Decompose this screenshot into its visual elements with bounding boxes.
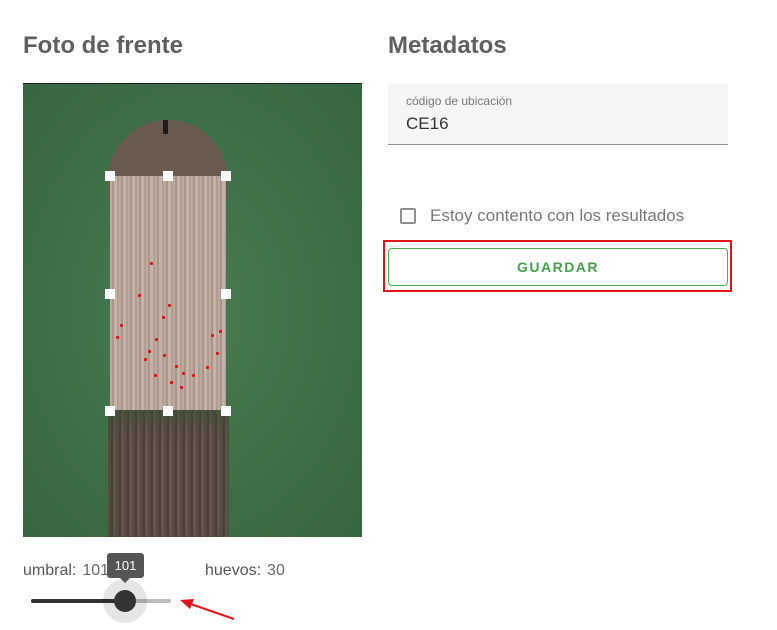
detected-egg-marker bbox=[182, 372, 185, 375]
huevos-value: 30 bbox=[267, 562, 285, 579]
crop-region[interactable] bbox=[110, 176, 226, 410]
detected-egg-marker bbox=[148, 350, 151, 353]
umbral-stat: umbral: 101 bbox=[23, 562, 109, 580]
crop-handle-bottom[interactable] bbox=[163, 406, 173, 416]
crop-handle-bottom-right[interactable] bbox=[221, 406, 231, 416]
detected-egg-marker bbox=[155, 338, 158, 341]
threshold-slider-tooltip: 101 bbox=[107, 553, 144, 583]
crop-handle-top-right[interactable] bbox=[221, 171, 231, 181]
umbral-label: umbral: bbox=[23, 562, 77, 579]
huevos-stat: huevos: 30 bbox=[205, 562, 285, 580]
confirm-results-row[interactable]: Estoy contento con los resultados bbox=[400, 206, 684, 226]
save-button[interactable]: GUARDAR bbox=[388, 248, 728, 286]
detected-egg-marker bbox=[116, 336, 119, 339]
detected-egg-marker bbox=[170, 381, 173, 384]
detected-egg-marker bbox=[192, 374, 195, 377]
red-arrow-icon bbox=[180, 599, 235, 620]
confirm-results-label[interactable]: Estoy contento con los resultados bbox=[430, 206, 684, 226]
detected-egg-marker bbox=[180, 386, 183, 389]
crop-handle-right[interactable] bbox=[221, 289, 231, 299]
location-code-input[interactable] bbox=[406, 114, 706, 134]
metadata-title: Metadatos bbox=[388, 32, 507, 59]
ovitrap-paddle-bottom bbox=[108, 409, 229, 537]
location-code-field[interactable]: código de ubicación bbox=[388, 84, 728, 145]
detected-egg-marker bbox=[206, 366, 209, 369]
crop-handle-top[interactable] bbox=[163, 171, 173, 181]
location-code-label: código de ubicación bbox=[406, 94, 513, 108]
crop-handle-bottom-left[interactable] bbox=[105, 406, 115, 416]
detected-egg-marker bbox=[163, 354, 166, 357]
umbral-value: 101 bbox=[82, 562, 110, 579]
crop-handle-left[interactable] bbox=[105, 289, 115, 299]
paddle-mark bbox=[163, 120, 168, 134]
detected-egg-marker bbox=[175, 365, 178, 368]
confirm-results-checkbox[interactable] bbox=[400, 208, 416, 224]
detected-egg-marker bbox=[162, 316, 165, 319]
detected-egg-marker bbox=[216, 352, 219, 355]
detected-egg-marker bbox=[150, 262, 153, 265]
detected-egg-marker bbox=[138, 294, 141, 297]
detected-egg-marker bbox=[168, 304, 171, 307]
detected-egg-marker bbox=[219, 330, 222, 333]
detected-egg-marker bbox=[120, 324, 123, 327]
detected-egg-marker bbox=[154, 374, 157, 377]
threshold-slider-thumb[interactable] bbox=[113, 590, 136, 612]
huevos-label: huevos: bbox=[205, 562, 262, 579]
detected-egg-marker bbox=[144, 358, 147, 361]
photo-title: Foto de frente bbox=[23, 32, 183, 59]
detected-egg-marker bbox=[211, 334, 214, 337]
crop-handle-top-left[interactable] bbox=[105, 171, 115, 181]
front-photo bbox=[23, 83, 362, 537]
